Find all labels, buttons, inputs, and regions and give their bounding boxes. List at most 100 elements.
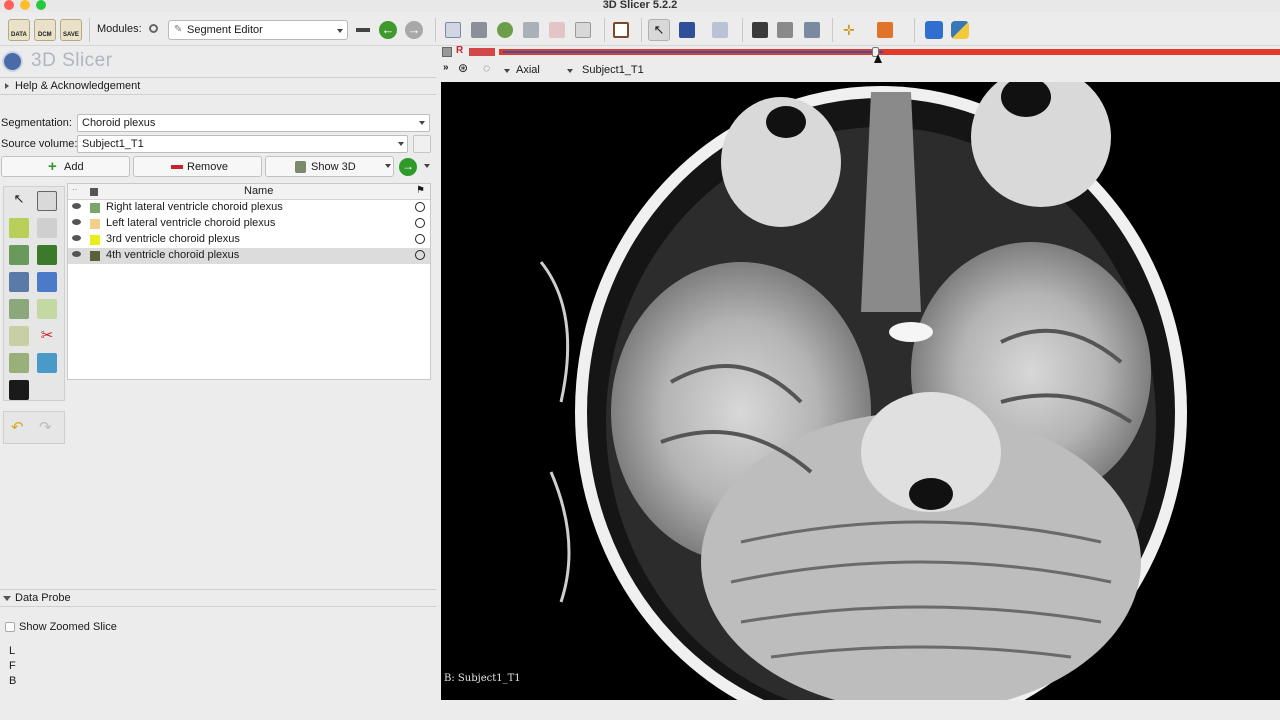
window-title-bar: 3D Slicer 5.2.2 xyxy=(0,0,1280,12)
mri-axial-slice-image[interactable]: B: Subject1_T1 xyxy=(441,82,1280,700)
chevron-down-icon xyxy=(567,69,573,73)
table-row[interactable]: 3rd ventricle choroid plexus xyxy=(68,232,430,248)
view-name-label: R xyxy=(456,45,464,56)
module-history-icon[interactable] xyxy=(356,28,370,32)
segmentation-selector[interactable]: Choroid plexus xyxy=(77,114,430,132)
segment-color-swatch[interactable] xyxy=(90,219,100,229)
table-row[interactable]: Left lateral ventricle choroid plexus xyxy=(68,216,430,232)
toolbar-separator xyxy=(742,18,743,42)
dicom-icon[interactable]: DCM xyxy=(34,19,56,41)
search-icon[interactable] xyxy=(149,24,158,33)
grow-from-seeds-effect-icon[interactable] xyxy=(37,245,57,265)
python-icon[interactable] xyxy=(951,21,969,39)
scene-view-icon[interactable] xyxy=(777,22,793,38)
margin-effect-icon[interactable] xyxy=(9,299,29,319)
mask-volume-effect-icon[interactable] xyxy=(9,380,29,400)
visibility-icon[interactable]: ◌ xyxy=(483,61,490,75)
eye-icon[interactable] xyxy=(72,251,81,257)
orientation-selector[interactable]: Axial xyxy=(511,61,576,79)
volumes-module-icon[interactable] xyxy=(471,22,487,38)
back-icon[interactable]: ← xyxy=(379,21,397,39)
mouse-cursor-icon xyxy=(874,54,882,63)
name-column-header[interactable]: Name xyxy=(244,185,273,197)
modules-label: Modules: xyxy=(97,23,142,35)
show-zoomed-slice-checkbox[interactable] xyxy=(5,622,15,632)
chevron-right-icon xyxy=(5,83,9,89)
link-icon[interactable]: ⊛ xyxy=(458,61,468,75)
undo-icon[interactable]: ↶ xyxy=(11,418,24,436)
chevron-down-icon[interactable] xyxy=(504,69,510,73)
show-3d-dropdown-icon[interactable] xyxy=(385,164,391,168)
visibility-column-icon[interactable]: ·· xyxy=(72,185,77,194)
models-module-icon[interactable] xyxy=(497,22,513,38)
eye-icon[interactable] xyxy=(72,203,81,209)
chevron-down-icon[interactable] xyxy=(424,164,430,168)
color-column-icon[interactable] xyxy=(90,188,98,196)
module-selector[interactable]: ✎ Segment Editor xyxy=(168,20,348,40)
source-volume-selector[interactable]: Subject1_T1 xyxy=(77,135,408,153)
data-module-icon[interactable] xyxy=(445,22,461,38)
segment-actions-icon[interactable]: → xyxy=(399,158,417,176)
chevron-down-icon xyxy=(3,596,11,601)
pointer-mode-icon[interactable]: ↖ xyxy=(648,19,670,41)
save-icon[interactable]: SAVE xyxy=(60,19,82,41)
segment-color-swatch[interactable] xyxy=(90,235,100,245)
scene-view-capture-icon[interactable] xyxy=(804,22,820,38)
data-probe-section-header[interactable]: Data Probe xyxy=(0,589,436,607)
islands-effect-icon[interactable] xyxy=(9,353,29,373)
eye-icon[interactable] xyxy=(72,235,81,241)
paint-effect-icon[interactable] xyxy=(37,191,57,211)
load-data-icon[interactable]: DATA xyxy=(8,19,30,41)
remove-segment-button[interactable]: Remove xyxy=(133,156,262,177)
expand-controller-icon[interactable]: » xyxy=(443,62,449,73)
pin-icon[interactable] xyxy=(442,47,452,57)
redo-icon[interactable]: ↷ xyxy=(39,418,52,436)
segmentation-label: Segmentation: xyxy=(1,117,72,129)
status-icon[interactable] xyxy=(415,250,425,260)
hollow-effect-icon[interactable] xyxy=(37,299,57,319)
segment-editor-module-icon[interactable] xyxy=(575,22,591,38)
logical-operators-effect-icon[interactable] xyxy=(37,353,57,373)
forward-icon[interactable]: → xyxy=(405,21,423,39)
transforms-module-icon[interactable] xyxy=(523,22,539,38)
threshold-effect-icon[interactable] xyxy=(37,272,57,292)
eye-icon[interactable] xyxy=(72,219,81,225)
status-column-icon[interactable]: ⚑ xyxy=(416,185,425,196)
level-tracing-effect-icon[interactable] xyxy=(9,245,29,265)
probe-layer-l: L xyxy=(9,645,16,657)
window-level-icon[interactable] xyxy=(679,22,695,38)
status-icon[interactable] xyxy=(415,218,425,228)
draw-effect-icon[interactable] xyxy=(9,218,29,238)
plus-icon: + xyxy=(48,158,57,175)
source-volume-options-icon[interactable] xyxy=(413,135,431,153)
module-panel: 3D Slicer Help & Acknowledgement Segment… xyxy=(0,46,438,720)
segment-color-swatch[interactable] xyxy=(90,251,100,261)
none-effect-icon[interactable]: ↖ xyxy=(9,191,29,211)
smoothing-effect-icon[interactable] xyxy=(9,326,29,346)
scissors-effect-icon[interactable]: ✂ xyxy=(37,326,57,346)
extensions-icon[interactable] xyxy=(925,21,943,39)
place-fiducial-icon[interactable] xyxy=(877,22,893,38)
foreground-volume-label: Subject1_T1 xyxy=(582,64,644,76)
table-row[interactable]: Right lateral ventricle choroid plexus xyxy=(68,200,430,216)
toolbar-separator xyxy=(832,18,833,42)
chevron-down-icon xyxy=(419,121,425,125)
erase-effect-icon[interactable] xyxy=(37,218,57,238)
status-icon[interactable] xyxy=(415,202,425,212)
main-toolbar: DATA DCM SAVE Modules: ✎ Segment Editor … xyxy=(0,12,1280,46)
view-controls-icon[interactable] xyxy=(469,48,495,56)
window-title: 3D Slicer 5.2.2 xyxy=(602,0,678,11)
add-segment-button[interactable]: + Add xyxy=(1,156,130,177)
table-row-selected[interactable]: 4th ventricle choroid plexus xyxy=(68,248,430,264)
segment-color-swatch[interactable] xyxy=(90,203,100,213)
red-slice-view[interactable]: R » ⊛ ◌ Axial Subject1_T1 B: Subject1_T1 xyxy=(441,45,1280,700)
markups-module-icon[interactable] xyxy=(549,22,565,38)
help-section-header[interactable]: Help & Acknowledgement xyxy=(0,77,436,95)
status-icon[interactable] xyxy=(415,234,425,244)
layout-icon[interactable] xyxy=(613,22,629,38)
fill-between-slices-effect-icon[interactable] xyxy=(9,272,29,292)
screenshot-icon[interactable] xyxy=(752,22,768,38)
crosshair-link-icon[interactable] xyxy=(712,22,728,38)
show-3d-button[interactable]: Show 3D xyxy=(265,156,394,177)
crosshair-icon[interactable]: ✛ xyxy=(843,22,855,39)
